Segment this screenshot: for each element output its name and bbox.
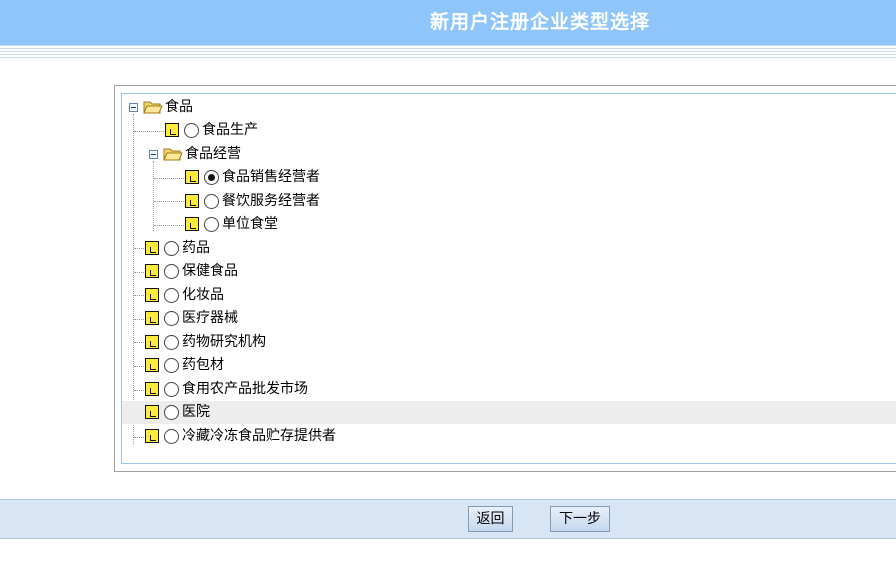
radio-item[interactable] — [164, 264, 179, 279]
collapse-toggle-icon[interactable] — [149, 150, 158, 159]
tree-label-food-sales[interactable]: 食品销售经营者 — [222, 167, 320, 187]
tree-label-catering[interactable]: 餐饮服务经营者 — [222, 191, 320, 211]
radio-food-sales[interactable] — [204, 170, 219, 185]
tree-node-item: 冷藏冷冻食品贮存提供者 — [122, 425, 896, 448]
leaf-node-icon — [145, 335, 159, 349]
tree-label-item[interactable]: 冷藏冷冻食品贮存提供者 — [182, 426, 336, 446]
next-button[interactable]: 下一步 — [550, 506, 610, 532]
folder-open-icon — [143, 101, 163, 114]
radio-item[interactable] — [164, 405, 179, 420]
leaf-node-icon — [185, 194, 199, 208]
page-title: 新用户注册企业类型选择 — [429, 11, 650, 33]
tree-node-food-sales: 食品销售经营者 — [122, 166, 896, 189]
tree-label-food-production[interactable]: 食品生产 — [202, 120, 258, 140]
tree-label-canteen[interactable]: 单位食堂 — [222, 214, 278, 234]
leaf-node-icon — [145, 429, 159, 443]
tree-node-item: 药物研究机构 — [122, 331, 896, 354]
tree-node-item: 保健食品 — [122, 260, 896, 283]
leaf-node-icon — [185, 217, 199, 231]
tree-node-item: 化妆品 — [122, 284, 896, 307]
header-stripes — [0, 45, 896, 60]
tree-label-food-business[interactable]: 食品经营 — [185, 144, 241, 164]
leaf-node-icon — [145, 382, 159, 396]
tree-node-catering: 餐饮服务经营者 — [122, 190, 896, 213]
folder-open-icon — [163, 148, 183, 161]
footer-bar: 返回 下一步 — [0, 499, 896, 539]
radio-food-production[interactable] — [184, 123, 199, 138]
radio-catering[interactable] — [204, 194, 219, 209]
tree-label-item[interactable]: 药包材 — [182, 355, 224, 375]
radio-item[interactable] — [164, 429, 179, 444]
tree-node-canteen: 单位食堂 — [122, 213, 896, 236]
radio-item[interactable] — [164, 288, 179, 303]
tree-node-food: 食品 — [122, 96, 896, 119]
radio-item[interactable] — [164, 335, 179, 350]
tree-label-food[interactable]: 食品 — [165, 97, 193, 117]
tree-label-item[interactable]: 化妆品 — [182, 285, 224, 305]
leaf-node-icon — [145, 288, 159, 302]
leaf-node-icon — [185, 170, 199, 184]
radio-canteen[interactable] — [204, 217, 219, 232]
leaf-node-icon — [145, 241, 159, 255]
leaf-node-icon — [145, 358, 159, 372]
enterprise-type-tree: 食品 食品生产 食品经营 食品销售经营者 餐饮服务经营者 单位食堂 药品 保健食… — [121, 93, 896, 464]
leaf-node-icon — [145, 311, 159, 325]
collapse-toggle-icon[interactable] — [129, 103, 138, 112]
tree-node-item: 药包材 — [122, 354, 896, 377]
tree-node-item-highlighted: 医院 — [122, 401, 896, 424]
leaf-node-icon — [145, 264, 159, 278]
radio-item[interactable] — [164, 311, 179, 326]
tree-panel: 食品 食品生产 食品经营 食品销售经营者 餐饮服务经营者 单位食堂 药品 保健食… — [114, 85, 896, 472]
tree-label-item[interactable]: 药品 — [182, 238, 210, 258]
tree-label-item[interactable]: 食用农产品批发市场 — [182, 379, 308, 399]
tree-label-item[interactable]: 医疗器械 — [182, 308, 238, 328]
radio-item[interactable] — [164, 241, 179, 256]
tree-label-item[interactable]: 医院 — [182, 402, 210, 422]
tree-node-food-production: 食品生产 — [122, 119, 896, 142]
tree-label-item[interactable]: 保健食品 — [182, 261, 238, 281]
tree-label-item[interactable]: 药物研究机构 — [182, 332, 266, 352]
radio-item[interactable] — [164, 382, 179, 397]
tree-node-item: 医疗器械 — [122, 307, 896, 330]
tree-node-food-business: 食品经营 — [122, 143, 896, 166]
leaf-node-icon — [145, 405, 159, 419]
page-header: 新用户注册企业类型选择 — [0, 0, 896, 45]
radio-item[interactable] — [164, 358, 179, 373]
tree-node-item: 食用农产品批发市场 — [122, 378, 896, 401]
back-button[interactable]: 返回 — [468, 506, 513, 532]
leaf-node-icon — [165, 123, 179, 137]
tree-node-item: 药品 — [122, 237, 896, 260]
